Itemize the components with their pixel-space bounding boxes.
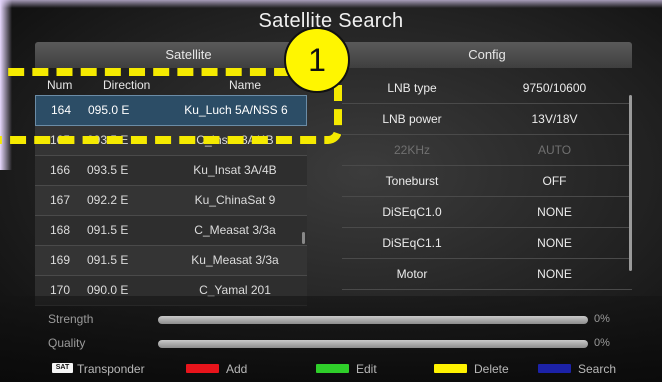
strength-value: 0% xyxy=(594,313,610,325)
config-key: DiSEqC1.1 xyxy=(382,236,442,250)
satellite-name: Ku_Measat 3/3a xyxy=(191,253,279,267)
satellite-row[interactable]: 169 091.5 E Ku_Measat 3/3a xyxy=(35,246,307,276)
config-row-motor[interactable]: Motor NONE xyxy=(342,259,632,290)
blue-key-icon xyxy=(538,364,571,373)
quality-bar xyxy=(158,340,588,348)
satellite-row[interactable]: 166 093.5 E Ku_Insat 3A/4B xyxy=(35,156,307,186)
satellite-direction: 091.5 E xyxy=(87,223,129,237)
top-edge-glow xyxy=(0,0,662,8)
config-row-toneburst[interactable]: Toneburst OFF xyxy=(342,166,632,197)
satellite-row[interactable]: 167 092.2 E Ku_ChinaSat 9 xyxy=(35,186,307,216)
legend-edit: Edit xyxy=(356,362,377,376)
strength-label: Strength xyxy=(48,312,94,326)
config-value: NONE xyxy=(537,267,572,281)
satellite-direction: 093.5 E xyxy=(87,163,129,177)
quality-value: 0% xyxy=(594,337,610,349)
annotation-badge: 1 xyxy=(284,27,350,93)
config-value: NONE xyxy=(537,236,572,250)
config-key: Toneburst xyxy=(385,174,439,188)
config-list-scrollbar[interactable] xyxy=(629,95,632,271)
config-key: LNB type xyxy=(387,81,437,95)
config-panel-header: Config xyxy=(342,42,632,68)
quality-label: Quality xyxy=(48,336,86,350)
config-list[interactable]: LNB type 9750/10600 LNB power 13V/18V 22… xyxy=(342,73,632,290)
red-key-icon xyxy=(186,364,219,373)
config-row-lnb-type[interactable]: LNB type 9750/10600 xyxy=(342,73,632,104)
green-key-icon xyxy=(316,364,349,373)
satellite-num: 166 xyxy=(49,163,71,177)
satellite-name: Ku_Insat 3A/4B xyxy=(193,163,277,177)
config-panel: Config xyxy=(342,42,632,68)
config-row-diseqc11[interactable]: DiSEqC1.1 NONE xyxy=(342,228,632,259)
config-value: OFF xyxy=(542,174,567,188)
legend-delete: Delete xyxy=(474,362,509,376)
key-legend: SAT Transponder Add Edit Delete Search xyxy=(0,362,662,376)
config-key: DiSEqC1.0 xyxy=(382,205,442,219)
yellow-key-icon xyxy=(434,364,467,373)
config-value: 13V/18V xyxy=(531,112,578,126)
config-key: LNB power xyxy=(382,112,442,126)
satellite-num: 169 xyxy=(49,253,71,267)
config-key: Motor xyxy=(396,267,428,281)
legend-transponder: Transponder xyxy=(77,362,145,376)
satellite-num: 168 xyxy=(49,223,71,237)
strength-bar xyxy=(158,316,588,324)
config-row-lnb-power[interactable]: LNB power 13V/18V xyxy=(342,104,632,135)
sat-key-icon: SAT xyxy=(52,363,73,373)
satellite-name: Ku_ChinaSat 9 xyxy=(194,193,276,207)
config-value: 9750/10600 xyxy=(522,81,587,95)
satellite-direction: 091.5 E xyxy=(87,253,129,267)
satellite-direction: 092.2 E xyxy=(87,193,129,207)
satellite-name: C_Measat 3/3a xyxy=(194,223,276,237)
satellite-num: 167 xyxy=(49,193,71,207)
config-value: AUTO xyxy=(537,143,572,157)
legend-search: Search xyxy=(578,362,617,376)
legend-add: Add xyxy=(226,362,248,376)
config-row-diseqc10[interactable]: DiSEqC1.0 NONE xyxy=(342,197,632,228)
config-key: 22KHz xyxy=(393,143,431,157)
satellite-row[interactable]: 168 091.5 E C_Measat 3/3a xyxy=(35,216,307,246)
config-value: NONE xyxy=(537,205,572,219)
satellite-list-scrollbar[interactable] xyxy=(302,232,305,244)
config-row-22khz: 22KHz AUTO xyxy=(342,135,632,166)
